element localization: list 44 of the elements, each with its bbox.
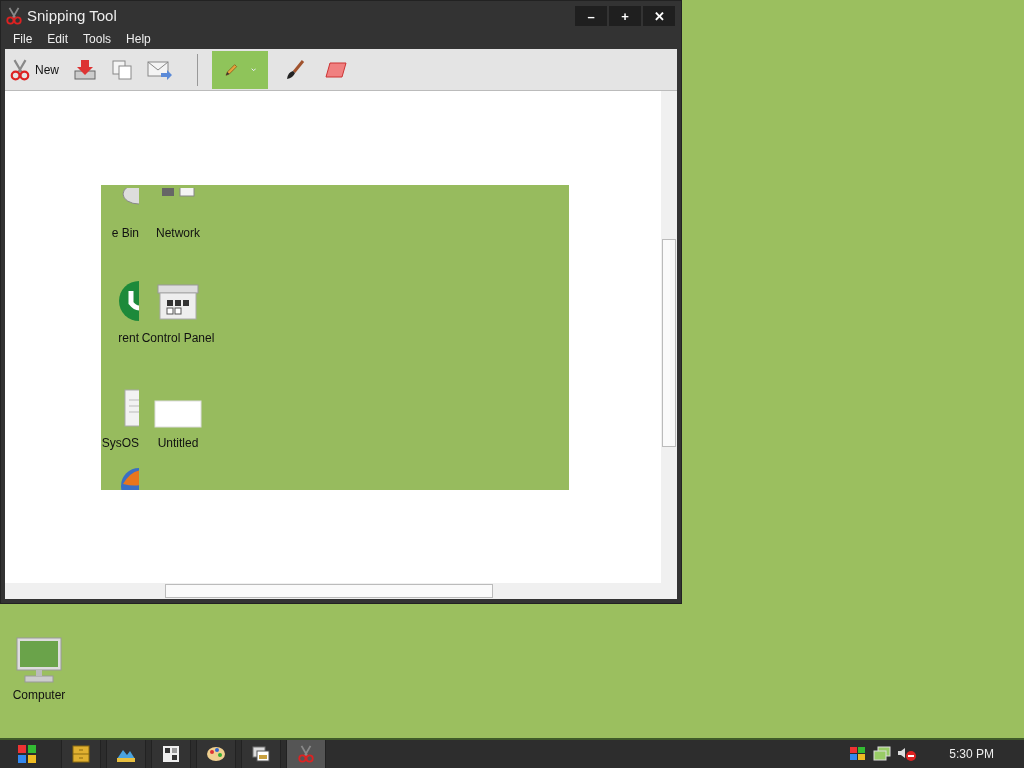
caption-button[interactable]: + — [609, 6, 641, 26]
scissors-icon — [5, 7, 23, 25]
eraser-icon — [324, 59, 348, 80]
icon-label: Untitled — [157, 435, 199, 452]
start-icon[interactable] — [16, 744, 38, 764]
flag-icon[interactable] — [849, 746, 868, 762]
computer-icon[interactable] — [15, 636, 63, 684]
clock[interactable]: 5:30 PM — [949, 745, 994, 763]
icon-label: Control Panel — [141, 330, 215, 347]
scrollbar-thumb[interactable] — [662, 239, 676, 447]
window-title: Snipping Tool — [27, 5, 117, 26]
new-button[interactable]: New — [9, 58, 59, 81]
round-logo-icon[interactable] — [117, 279, 139, 323]
caption-button[interactable]: – — [575, 6, 607, 26]
scrollbar-thumb[interactable] — [165, 584, 493, 598]
paintbrush-icon — [284, 58, 306, 81]
scissors-icon — [297, 745, 315, 763]
copy-icon[interactable] — [111, 58, 133, 81]
caption-button[interactable]: ✕ — [643, 6, 675, 26]
icon-label: Network — [156, 225, 200, 242]
taskbar-button[interactable] — [241, 740, 281, 768]
taskbar-button[interactable] — [61, 740, 101, 768]
control-panel-icon[interactable] — [155, 283, 201, 323]
menu-item[interactable]: File — [13, 30, 33, 48]
icon-label: SysOS — [101, 435, 139, 452]
network-icon[interactable] — [873, 746, 892, 762]
scissors-icon — [9, 58, 31, 81]
cabinet-icon — [72, 745, 90, 763]
menu-item[interactable]: Tools — [83, 30, 112, 48]
icon-label: Computer — [12, 687, 66, 704]
palette-icon — [206, 745, 226, 763]
muted-speaker-icon[interactable] — [897, 746, 918, 762]
icon-label: e Bin — [111, 225, 139, 242]
save-icon[interactable] — [73, 58, 97, 81]
grid-icon — [163, 746, 179, 762]
taskbar-button[interactable] — [106, 740, 146, 768]
envelope-icon[interactable] — [147, 58, 173, 81]
taskbar-button[interactable] — [196, 740, 236, 768]
menu-item[interactable]: Edit — [47, 30, 69, 48]
menu-item[interactable]: Help — [126, 30, 151, 48]
chevron-icon — [250, 66, 256, 73]
taskbar-button[interactable] — [151, 740, 191, 768]
pictures-icon — [252, 746, 270, 762]
icon-label: rent — [118, 330, 139, 347]
